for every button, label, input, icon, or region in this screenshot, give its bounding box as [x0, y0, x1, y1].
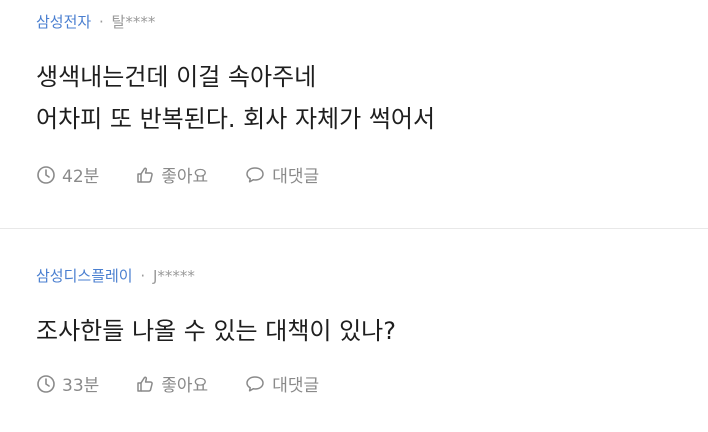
- meta-separator: ·: [140, 267, 146, 285]
- comment-line: 조사한들 나올 수 있는 대책이 있나?: [36, 317, 397, 345]
- comment-actions: 33분 좋아요 대댓글: [36, 371, 355, 396]
- time-label: 33분: [62, 376, 100, 396]
- author-name: J*****: [152, 267, 195, 285]
- comment-list: 삼성전자 · 탈**** 생색내는건데 이걸 속아주네 어차피 또 반복된다. …: [0, 0, 708, 432]
- comment-meta: 삼성디스플레이 · J*****: [36, 266, 195, 286]
- comment-body: 조사한들 나올 수 있는 대책이 있나?: [36, 310, 396, 352]
- clock-icon: [37, 374, 55, 393]
- comment-item: 삼성디스플레이 · J***** 조사한들 나올 수 있는 대책이 있나? 33…: [0, 0, 708, 432]
- reply-button[interactable]: 대댓글: [244, 371, 319, 396]
- company-name[interactable]: 삼성디스플레이: [36, 267, 133, 285]
- like-label: 좋아요: [161, 376, 209, 396]
- speech-bubble-icon: [246, 375, 264, 392]
- like-button[interactable]: 좋아요: [135, 371, 208, 396]
- reply-label: 대댓글: [272, 376, 320, 396]
- thumbs-up-icon: [137, 376, 154, 392]
- time-indicator: 33분: [36, 371, 99, 396]
